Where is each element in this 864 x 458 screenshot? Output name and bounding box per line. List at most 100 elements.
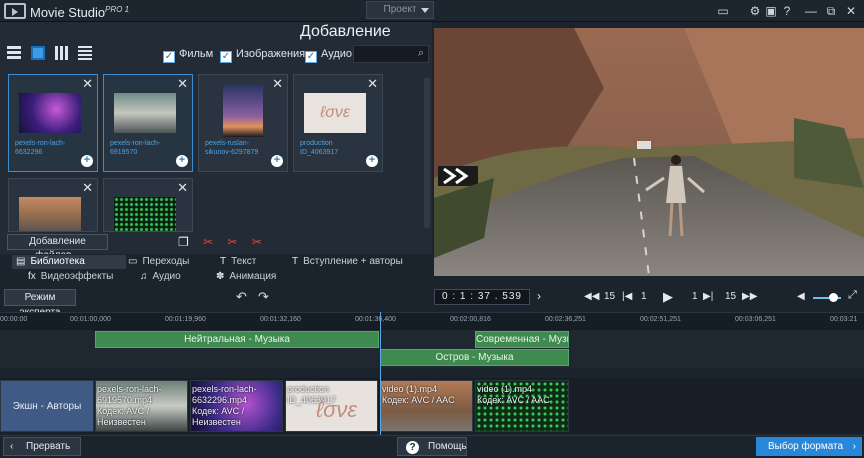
tab-text[interactable]: T Текст: [216, 255, 256, 269]
media-tile[interactable]: ✕ ℓσνε production ID_4063917 +: [293, 74, 383, 172]
format-label: Выбор формата: [768, 441, 844, 452]
tab-transitions[interactable]: ▭ Переходы: [124, 255, 189, 269]
library-icon: ▤: [16, 256, 26, 267]
small-grid-icon[interactable]: [54, 46, 69, 60]
copy-icon[interactable]: ❐: [178, 235, 189, 249]
add-files-button[interactable]: Добавление файлов...: [7, 234, 108, 261]
remove-icon[interactable]: ✕: [82, 180, 93, 196]
remove-icon[interactable]: ✕: [367, 76, 378, 92]
undo-icon[interactable]: ↶: [236, 289, 247, 305]
tab-animation[interactable]: ✽ Анимация: [212, 270, 276, 284]
media-scrollbar[interactable]: [424, 78, 430, 228]
list-view-icon[interactable]: [7, 46, 21, 60]
help-label: Помощь: [428, 441, 467, 452]
filter-images-label: Изображения: [236, 48, 306, 60]
tab-library[interactable]: ▤ Библиотека: [12, 255, 126, 269]
expert-mode-button[interactable]: Режим эксперта: [4, 289, 76, 318]
frame-forward-icon[interactable]: ▶|: [703, 291, 713, 302]
ruler-label: 00:03:06,251: [735, 316, 776, 323]
filter-film-checkbox[interactable]: ✓ Фильм: [163, 48, 213, 63]
rewind-icon[interactable]: ◀◀: [584, 291, 599, 302]
tab-label: Переходы: [142, 256, 190, 267]
clip-title: Экшн - Авторы: [12, 401, 82, 412]
media-tile[interactable]: ✕ pexels-ron-lach-6919570 +: [103, 74, 193, 172]
tab-audio[interactable]: ♫ Аудио: [136, 270, 181, 284]
play-icon[interactable]: ▶: [663, 289, 673, 305]
media-tile-name: pexels-ron-lach-6632296: [15, 140, 66, 156]
media-tile[interactable]: ✕: [8, 178, 98, 232]
ruler-label: 00:02:00,816: [450, 316, 491, 323]
audio-clip[interactable]: Остров - Музыка: [380, 349, 569, 366]
video-clip[interactable]: Экшн - Авторы: [0, 380, 94, 432]
ruler-label: 00:01:00,000: [70, 316, 111, 323]
minimize-icon[interactable]: —: [804, 4, 818, 18]
media-tile[interactable]: ✕ pexels-ron-lach-6632296 +: [8, 74, 98, 172]
timecode-display[interactable]: 0 : 1 : 37 . 539: [434, 289, 530, 305]
add-to-timeline-icon[interactable]: +: [176, 155, 188, 167]
redo-icon[interactable]: ↷: [258, 289, 269, 305]
abort-button[interactable]: ‹ Прервать: [3, 437, 81, 456]
volume-knob[interactable]: [829, 293, 838, 302]
ruler-label: 00:02:36,251: [545, 316, 586, 323]
video-clip[interactable]: pexels-ron-lach-6919570.mp4 Кодек: AVC /…: [95, 380, 188, 432]
remove-icon[interactable]: ✕: [82, 76, 93, 92]
chevron-left-icon: ‹: [10, 441, 14, 452]
choose-format-button[interactable]: Выбор формата ›: [756, 437, 862, 456]
help-button[interactable]: ? Помощь: [397, 437, 467, 456]
tab-credits[interactable]: T Вступление + авторы: [288, 255, 403, 269]
filter-images-checkbox[interactable]: ✓ Изображения: [220, 48, 305, 63]
clip-title: video (1).mp4 Кодек: AVC / AAC: [477, 384, 550, 405]
clip-title: pexels-ron-lach-6632296.mp4 Кодек: AVC /…: [192, 384, 257, 427]
video-preview[interactable]: [434, 28, 864, 276]
cut-right-icon[interactable]: ✂: [252, 235, 262, 249]
forward-step: 15: [725, 291, 737, 302]
help-icon: ?: [406, 441, 419, 454]
project-dropdown[interactable]: Проект: [366, 1, 434, 19]
chat-icon[interactable]: ▭: [716, 4, 730, 18]
media-tile[interactable]: ✕: [103, 178, 193, 232]
fast-forward-icon[interactable]: ▶▶: [742, 291, 757, 302]
video-clip[interactable]: video (1).mp4 Кодек: AVC / AAC: [380, 380, 473, 432]
playhead[interactable]: [380, 312, 381, 436]
app-name: Movie Studio: [30, 5, 106, 20]
speaker-icon[interactable]: ◀: [797, 291, 805, 302]
remove-icon[interactable]: ✕: [272, 76, 283, 92]
video-clip[interactable]: video (1).mp4 Кодек: AVC / AAC: [475, 380, 569, 432]
frame-fwd-step: 1: [692, 291, 698, 302]
gear-icon[interactable]: ⚙: [748, 4, 762, 18]
video-clip[interactable]: production ID_4063917 ℓσνε: [285, 380, 378, 432]
chevron-right-icon: ›: [852, 441, 856, 452]
filter-audio-checkbox[interactable]: ✓ Аудио: [305, 48, 352, 63]
add-to-timeline-icon[interactable]: +: [81, 155, 93, 167]
project-dropdown-label: Проект: [383, 4, 417, 15]
restore-icon[interactable]: ⧉: [824, 4, 838, 19]
tab-video-effects[interactable]: fx Видеоэффекты: [24, 270, 113, 284]
media-tile[interactable]: ✕ pexels-ruslan-sikunov-6297879 +: [198, 74, 288, 172]
fullscreen-icon[interactable]: ⤢: [848, 289, 857, 302]
frame-back-icon[interactable]: |◀: [622, 291, 632, 302]
close-icon[interactable]: ✕: [844, 4, 858, 18]
edition-version: 1: [124, 5, 130, 14]
remove-icon[interactable]: ✕: [177, 180, 188, 196]
timecode-next-icon[interactable]: ›: [537, 289, 541, 303]
clip-title: pexels-ron-lach-6919570.mp4 Кодек: AVC /…: [97, 384, 162, 427]
video-clip[interactable]: pexels-ron-lach-6632296.mp4 Кодек: AVC /…: [190, 380, 283, 432]
remove-icon[interactable]: ✕: [177, 76, 188, 92]
cut-icon[interactable]: ✂: [203, 235, 213, 249]
large-grid-icon[interactable]: [30, 46, 45, 60]
audio-clip[interactable]: Современная - Музыка: [475, 331, 569, 348]
detail-list-icon[interactable]: [78, 46, 93, 60]
cut-left-icon[interactable]: ✂: [228, 235, 238, 249]
screen-icon[interactable]: ▣: [764, 4, 778, 18]
filter-audio-label: Аудио: [321, 48, 353, 60]
fx-icon: fx: [28, 271, 36, 282]
help-icon[interactable]: ?: [780, 4, 794, 18]
add-to-timeline-icon[interactable]: +: [271, 155, 283, 167]
tab-label: Вступление + авторы: [303, 256, 403, 267]
audio-clip[interactable]: Нейтральная - Музыка: [95, 331, 379, 348]
tab-label: Аудио: [152, 271, 181, 282]
view-mode-icons: [7, 46, 99, 60]
media-search-input[interactable]: ⌕: [353, 45, 429, 63]
add-to-timeline-icon[interactable]: +: [366, 155, 378, 167]
chevron-down-icon: [421, 8, 429, 13]
